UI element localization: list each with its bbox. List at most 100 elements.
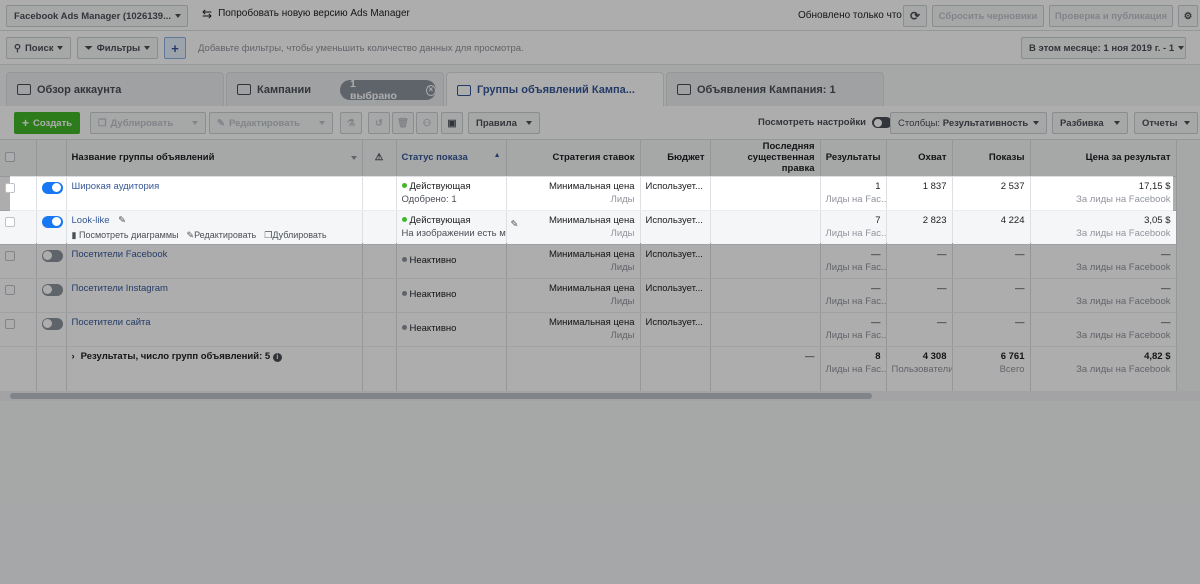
chevron-down-icon xyxy=(1184,121,1190,125)
reports-button[interactable]: Отчеты xyxy=(1134,112,1198,134)
row-checkbox[interactable] xyxy=(5,250,15,261)
column-header-warning[interactable]: ⚠ xyxy=(362,140,397,177)
row-warning-cell xyxy=(362,176,397,211)
ad-set-toggle[interactable] xyxy=(41,249,63,262)
date-range-picker[interactable]: В этом месяце: 1 ноя 2019 г. - 1 xyxy=(1021,37,1186,59)
plus-icon: + xyxy=(171,40,179,56)
discard-button[interactable]: ↺ xyxy=(368,112,390,134)
table-row[interactable]: Посетители Facebook Неактивно Минимальна… xyxy=(0,244,1177,279)
row-name-cell: Посетители Facebook xyxy=(66,244,363,279)
filters-button[interactable]: ⏷ Фильтры xyxy=(77,37,159,59)
row-cost-cell: — За лиды на Facebook xyxy=(1030,278,1177,313)
rules-button[interactable]: Правила xyxy=(468,112,540,134)
refresh-button[interactable]: ⟳ xyxy=(903,5,927,27)
warning-icon: ⚠ xyxy=(374,152,384,164)
row-select-cell xyxy=(0,210,37,245)
pencil-icon[interactable]: ✎ xyxy=(511,219,519,230)
ad-sets-table: Название группы объявлений ⚠ Статус пока… xyxy=(0,140,1200,395)
row-impressions-cell: 4 224 xyxy=(952,210,1031,245)
duplicate-button[interactable]: ❐ Дублировать xyxy=(90,112,206,134)
column-header-budget[interactable]: Бюджет xyxy=(640,140,711,177)
ad-set-name-link[interactable]: Посетители Facebook xyxy=(72,249,168,260)
row-impressions-cell: 2 537 xyxy=(952,176,1031,211)
table-row[interactable]: Look-like ✎ ▮ Посмотреть диаграммы ✎Реда… xyxy=(0,210,1177,245)
ad-set-name-link[interactable]: Look-like xyxy=(72,215,110,226)
preview-button[interactable]: ▣ xyxy=(441,112,463,134)
column-header-cost-per-result[interactable]: Цена за результат xyxy=(1030,140,1177,177)
row-name-cell: Посетители сайта xyxy=(66,312,363,347)
row-name-cell: Look-like ✎ ▮ Посмотреть диаграммы ✎Реда… xyxy=(66,210,363,245)
review-publish-button[interactable]: Проверка и публикация xyxy=(1049,5,1173,27)
horizontal-scrollbar-thumb[interactable] xyxy=(10,393,872,399)
row-name-cell: Широкая аудитория xyxy=(66,176,363,211)
breakdown-button[interactable]: Разбивка xyxy=(1052,112,1128,134)
column-header-delivery[interactable]: Статус показа ▲ xyxy=(396,140,507,177)
updated-status: Обновлено только что xyxy=(798,10,902,21)
duplicate-link[interactable]: ❐Дублировать xyxy=(264,230,326,241)
row-delivery-cell: Действующая Одобрено: 1 xyxy=(396,176,507,211)
table-row[interactable]: Посетители сайта Неактивно Минимальная ц… xyxy=(0,312,1177,347)
row-results-cell: — Лиды на Fac... xyxy=(820,244,887,279)
row-budget-cell: Использует... xyxy=(640,278,711,313)
tab-ad-sets[interactable]: Группы объявлений Кампа... xyxy=(446,72,664,107)
column-header-impressions[interactable]: Показы xyxy=(952,140,1031,177)
audience-button[interactable]: ⚇ xyxy=(416,112,438,134)
row-select-cell xyxy=(0,176,37,211)
ad-set-toggle[interactable] xyxy=(41,215,63,228)
summary-results: 8 Лиды на Fac... xyxy=(820,346,887,395)
row-checkbox[interactable] xyxy=(5,318,15,329)
discard-drafts-button[interactable]: Сбросить черновики xyxy=(932,5,1044,27)
table-row[interactable]: Широкая аудитория Действующая Одобрено: 1… xyxy=(0,176,1177,211)
filter-input[interactable]: Добавьте фильтры, чтобы уменьшить количе… xyxy=(198,43,524,54)
view-charts-link[interactable]: ▮ Посмотреть диаграммы xyxy=(72,230,179,241)
chevron-right-icon[interactable]: › xyxy=(72,351,75,362)
edit-link[interactable]: ✎Редактировать xyxy=(187,230,257,241)
clear-selection-icon[interactable]: × xyxy=(425,84,436,96)
row-checkbox[interactable] xyxy=(5,182,15,193)
toggle-header xyxy=(36,140,67,177)
preview-icon: ▣ xyxy=(447,117,457,129)
edit-button[interactable]: ✎ Редактировать xyxy=(209,112,333,134)
pencil-icon[interactable]: ✎ xyxy=(118,215,126,226)
test-button[interactable]: ⚗ xyxy=(340,112,362,134)
columns-button[interactable]: Столбцы: Результативность xyxy=(890,112,1047,134)
try-new-version-link[interactable]: ⇆ Попробовать новую версию Ads Manager xyxy=(202,8,410,20)
top-bar: Facebook Ads Manager (1026139... ⇆ Попро… xyxy=(0,0,1200,31)
info-icon[interactable]: i xyxy=(272,352,282,362)
account-selector[interactable]: Facebook Ads Manager (1026139... xyxy=(6,5,188,27)
view-settings-toggle[interactable]: Посмотреть настройки xyxy=(758,117,893,128)
column-header-reach[interactable]: Охват xyxy=(886,140,953,177)
row-last-edit-cell xyxy=(710,278,821,313)
ad-set-toggle[interactable] xyxy=(41,283,63,296)
column-header-results[interactable]: Результаты xyxy=(820,140,887,177)
row-impressions-cell: — xyxy=(952,278,1031,313)
column-header-name[interactable]: Название группы объявлений xyxy=(66,140,363,177)
ad-set-toggle[interactable] xyxy=(41,317,63,330)
column-header-bid-strategy[interactable]: Стратегия ставок xyxy=(506,140,641,177)
row-checkbox[interactable] xyxy=(5,216,15,227)
table-row[interactable]: Посетители Instagram Неактивно Минимальн… xyxy=(0,278,1177,313)
row-checkbox[interactable] xyxy=(5,284,15,295)
chevron-down-icon xyxy=(175,14,181,18)
ad-set-name-link[interactable]: Широкая аудитория xyxy=(72,181,160,192)
search-button[interactable]: ⚲ Поиск xyxy=(6,37,72,59)
settings-button[interactable]: ⚙ xyxy=(1178,5,1198,27)
row-results-cell: 1 Лиды на Fac... xyxy=(820,176,887,211)
active-status-dot xyxy=(401,217,407,223)
delete-button[interactable]: 🗑 xyxy=(392,112,414,134)
tab-account-overview[interactable]: Обзор аккаунта xyxy=(6,72,224,106)
summary-last-edit: — xyxy=(710,346,821,395)
ad-set-name-link[interactable]: Посетители Instagram xyxy=(72,283,168,294)
ad-set-toggle[interactable] xyxy=(41,181,63,194)
summary-cost: 4,82 $ За лиды на Facebook xyxy=(1030,346,1177,395)
column-header-last-edit[interactable]: Последняя существенная правка xyxy=(710,140,821,177)
create-button[interactable]: + Создать xyxy=(14,112,81,134)
ad-set-name-link[interactable]: Посетители сайта xyxy=(72,317,151,328)
add-filter-button[interactable]: + xyxy=(164,37,186,59)
row-budget-cell: Использует... xyxy=(640,244,711,279)
selected-count-pill[interactable]: 1 выбрано × xyxy=(340,78,436,102)
select-all-checkbox[interactable] xyxy=(5,152,15,163)
inactive-status-dot xyxy=(401,291,407,297)
tab-ads[interactable]: Объявления Кампания: 1 xyxy=(666,72,884,106)
row-delivery-cell: Неактивно xyxy=(396,278,507,313)
